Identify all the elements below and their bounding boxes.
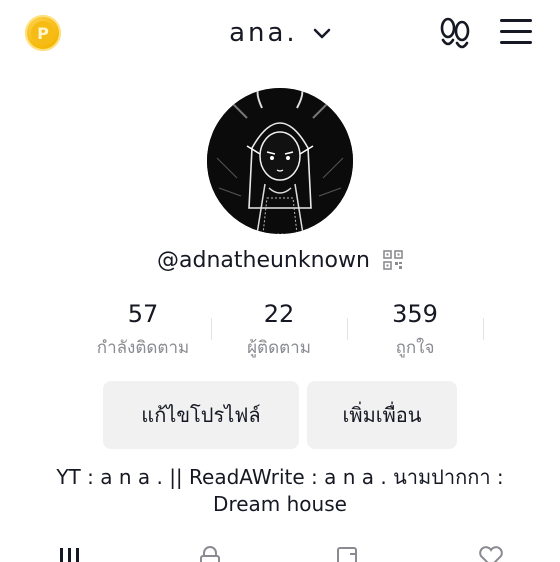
stat-label: ผู้ติดตาม [247, 338, 311, 358]
hamburger-menu-icon[interactable] [500, 19, 532, 47]
bio-line: Dream house [213, 492, 347, 516]
stat-divider [483, 318, 484, 340]
avatar[interactable] [207, 88, 353, 234]
stat-value: 22 [263, 300, 295, 328]
profile-title-dropdown[interactable]: ana. [0, 18, 560, 48]
edit-profile-button[interactable]: แก้ไขโปรไฟล์ [103, 381, 299, 449]
qr-code-icon[interactable] [383, 250, 403, 270]
stat-divider [211, 318, 212, 340]
stat-divider [347, 318, 348, 340]
stat-following[interactable]: 57 กำลังติดตาม [73, 300, 213, 361]
profile-bio: YT : a n a . || ReadAWrite : a n a . นาม… [30, 464, 530, 518]
avatar-image [207, 88, 353, 234]
footprints-icon[interactable] [438, 17, 472, 51]
bio-line: YT : a n a . || ReadAWrite : a n a . นาม… [56, 465, 504, 489]
chevron-down-icon [313, 28, 331, 38]
content-tabs [0, 540, 560, 562]
profile-title: ana. [229, 18, 298, 48]
top-bar: P ana. [0, 0, 560, 70]
stat-label: ถูกใจ [395, 338, 435, 358]
username-row: @adnatheunknown [0, 248, 560, 273]
stat-value: 57 [127, 300, 159, 328]
stat-likes[interactable]: 359 ถูกใจ [345, 300, 485, 361]
username: @adnatheunknown [157, 248, 370, 273]
stat-value: 359 [392, 300, 438, 328]
stat-followers[interactable]: 22 ผู้ติดตาม [209, 300, 349, 361]
profile-stats: 57 กำลังติดตาม 22 ผู้ติดตาม 359 ถูกใจ [0, 300, 560, 370]
add-friends-button[interactable]: เพิ่มเพื่อน [307, 381, 457, 449]
stat-label: กำลังติดตาม [96, 338, 190, 358]
